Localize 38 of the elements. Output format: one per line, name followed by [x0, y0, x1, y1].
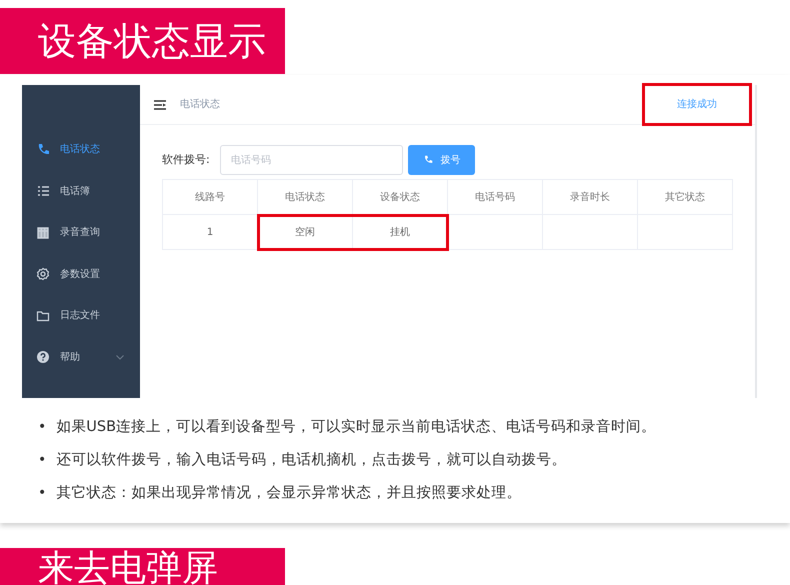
settings-icon — [36, 267, 50, 282]
column-header: 其它状态 — [638, 180, 732, 214]
bullet-text: 如果USB连接上，可以看到设备型号，可以实时显示当前电话状态、电话号码和录音时间。 — [56, 418, 656, 436]
menu-icon[interactable] — [154, 100, 166, 110]
phone-number-field[interactable]: 电话号码 — [220, 145, 403, 175]
sidebar-item[interactable]: 日志文件 — [22, 295, 140, 336]
column-header: 电话号码 — [448, 180, 542, 214]
sidebar-item[interactable]: 电话状态 — [22, 129, 140, 170]
bullet-mark: • — [38, 450, 46, 468]
bullet-mark: • — [38, 484, 46, 502]
dial-label: 软件拨号: — [162, 152, 211, 168]
menu-label: 日志文件 — [60, 308, 100, 324]
list-icon — [36, 184, 50, 198]
bullet-text: 其它状态：如果出现异常情况，会显示异常状态，并且按照要求处理。 — [56, 484, 522, 502]
menu-label: 帮助 — [60, 350, 80, 365]
sidebar-item[interactable]: 录音查询 — [22, 212, 140, 254]
help-icon — [36, 350, 50, 364]
breadcrumb: 电话状态 — [180, 98, 220, 112]
menu-label: 电话状态 — [60, 142, 100, 158]
menu-label: 录音查询 — [60, 226, 100, 240]
phone-icon — [422, 155, 432, 165]
menu-label: 参数设置 — [60, 268, 100, 282]
column-header: 设备状态 — [352, 180, 448, 214]
bullet-mark: • — [38, 418, 46, 436]
sidebar-item[interactable]: 帮助 — [22, 336, 140, 378]
table-cell: 1 — [162, 214, 258, 250]
column-header: 录音时长 — [542, 180, 638, 214]
section-banner: 设备状态显示 — [0, 8, 285, 74]
folder-icon — [36, 308, 50, 323]
bullet-text: 还可以软件拨号，输入电话号码，电话机摘机，点击拨号，就可以自动拨号。 — [56, 450, 566, 470]
connection-status: 连接成功 — [677, 98, 717, 112]
phone-icon — [36, 142, 50, 157]
grid-icon — [36, 226, 50, 240]
sidebar-item[interactable]: 参数设置 — [22, 254, 140, 295]
column-header: 电话状态 — [258, 180, 352, 214]
menu-label: 电话簿 — [60, 184, 90, 199]
column-header: 线路号 — [162, 180, 258, 214]
sidebar-item[interactable]: 电话簿 — [22, 170, 140, 212]
